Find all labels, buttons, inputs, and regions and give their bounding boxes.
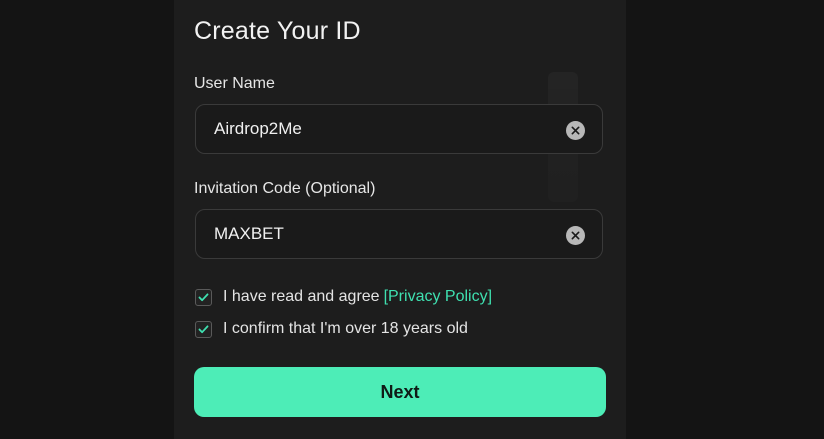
- username-value[interactable]: Airdrop2Me: [214, 119, 302, 139]
- checkmark-icon: [198, 292, 209, 301]
- privacy-checkbox[interactable]: [195, 288, 212, 306]
- privacy-agreement-text: I have read and agree: [223, 288, 380, 305]
- clear-invitation-button[interactable]: [566, 226, 585, 245]
- checkmark-icon: [198, 324, 209, 333]
- age-checkbox[interactable]: [195, 320, 212, 338]
- page: Create Your ID User Name Airdrop2Me Invi…: [0, 0, 824, 439]
- age-confirmation-row: I confirm that I'm over 18 years old: [195, 318, 468, 340]
- next-button[interactable]: Next: [194, 367, 606, 417]
- privacy-policy-link[interactable]: [Privacy Policy]: [384, 288, 492, 306]
- invitation-label: Invitation Code (Optional): [194, 180, 376, 197]
- privacy-agreement-row: I have read and agree [Privacy Policy]: [195, 286, 492, 308]
- invitation-code-value[interactable]: MAXBET: [214, 224, 284, 244]
- invitation-code-field[interactable]: MAXBET: [195, 209, 603, 259]
- clear-username-button[interactable]: [566, 121, 585, 140]
- age-confirmation-text: I confirm that I'm over 18 years old: [223, 320, 468, 337]
- clear-icon: [571, 231, 580, 240]
- username-field[interactable]: Airdrop2Me: [195, 104, 603, 154]
- clear-icon: [571, 126, 580, 135]
- username-label: User Name: [194, 75, 275, 92]
- page-title: Create Your ID: [194, 17, 361, 45]
